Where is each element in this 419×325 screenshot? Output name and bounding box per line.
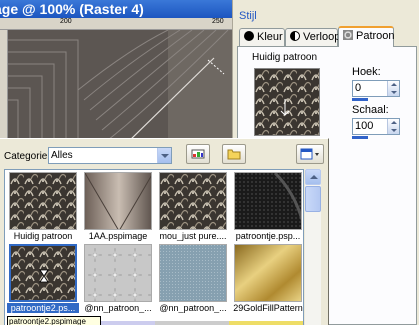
pattern-label: patroontje2.ps... xyxy=(7,303,79,313)
pattern-label: 29GoldFillPattern xyxy=(233,303,303,313)
manage-resources-button[interactable] xyxy=(186,144,210,164)
current-pattern-swatch[interactable] xyxy=(254,68,320,136)
pattern-thumbnail xyxy=(159,244,227,302)
pattern-label: patroontje.psp... xyxy=(235,231,301,241)
scale-label: Schaal: xyxy=(352,104,389,116)
chevron-down-icon[interactable] xyxy=(157,148,171,163)
vertical-scrollbar[interactable] xyxy=(305,169,321,325)
tab-kleur[interactable]: Kleur xyxy=(239,28,285,46)
pattern-thumbnail xyxy=(84,172,152,230)
scale-slider[interactable] xyxy=(352,136,368,139)
canvas-image[interactable] xyxy=(8,30,232,142)
angle-spin-button[interactable] xyxy=(387,81,399,96)
category-label: Categorie: xyxy=(4,151,51,162)
open-folder-button[interactable] xyxy=(222,144,246,164)
scroll-thumb[interactable] xyxy=(305,186,321,212)
pattern-thumbnail xyxy=(84,244,152,302)
filled-circle-icon xyxy=(244,31,254,41)
pattern-thumbnail xyxy=(9,244,77,302)
angle-slider[interactable] xyxy=(352,98,368,101)
canvas-title: age @ 100% (Raster 4) xyxy=(0,1,144,17)
scale-spin-button[interactable] xyxy=(387,119,399,134)
angle-input[interactable]: 0 xyxy=(352,80,400,97)
pattern-thumbnail xyxy=(159,172,227,230)
angle-value: 0 xyxy=(355,82,362,94)
pattern-label: @nn_patroon_... xyxy=(159,303,227,313)
tab-patroon[interactable]: Patroon xyxy=(338,26,395,47)
pattern-label: @nn_patroon_... xyxy=(84,303,152,313)
scale-value: 100 xyxy=(355,120,374,132)
scroll-up-icon[interactable] xyxy=(305,169,321,185)
pattern-thumbnail xyxy=(234,172,302,230)
folder-icon xyxy=(227,149,241,160)
pattern-thumbnail xyxy=(9,172,77,230)
gradient-circle-icon xyxy=(290,31,300,41)
pattern-grid: Huidig patroon 1AA.pspimage mou_just pur… xyxy=(4,169,304,325)
pattern-icon xyxy=(343,30,353,40)
current-pattern-label: Huidig patroon xyxy=(252,52,318,63)
pattern-thumbnail xyxy=(234,244,302,302)
category-value: Alles xyxy=(51,150,73,161)
pattern-label: mou_just pure.... xyxy=(159,231,227,241)
canvas-titlebar[interactable]: age @ 100% (Raster 4) xyxy=(0,0,232,18)
ruler-label: 200 xyxy=(60,18,72,25)
tooltip: patroontje2.pspimage xyxy=(7,316,101,325)
vertical-ruler xyxy=(0,30,8,142)
tab-label: Verloop xyxy=(303,31,341,43)
pattern-browser: Categorie: Alles Huidig patroon 1AA.pspi… xyxy=(0,138,329,325)
tab-label: Kleur xyxy=(257,31,283,43)
category-dropdown[interactable]: Alles xyxy=(48,147,172,164)
pattern-label: 1AA.pspimage xyxy=(88,231,148,241)
resource-manager-icon xyxy=(191,149,205,159)
scale-input[interactable]: 100 xyxy=(352,118,400,135)
tab-verloop[interactable]: Verloop xyxy=(285,28,341,46)
tab-bar: Kleur Verloop Patroon xyxy=(237,26,417,47)
horizontal-ruler: 200 250 xyxy=(0,18,232,30)
list-view-icon xyxy=(300,148,319,160)
panel-header: Stijl xyxy=(239,10,257,22)
tab-label: Patroon xyxy=(356,30,395,42)
view-options-button[interactable] xyxy=(296,144,324,164)
image-canvas-window: age @ 100% (Raster 4) 200 250 xyxy=(0,0,232,142)
angle-label: Hoek: xyxy=(352,66,381,78)
ruler-label: 250 xyxy=(212,18,224,25)
pattern-label: Huidig patroon xyxy=(13,231,73,241)
